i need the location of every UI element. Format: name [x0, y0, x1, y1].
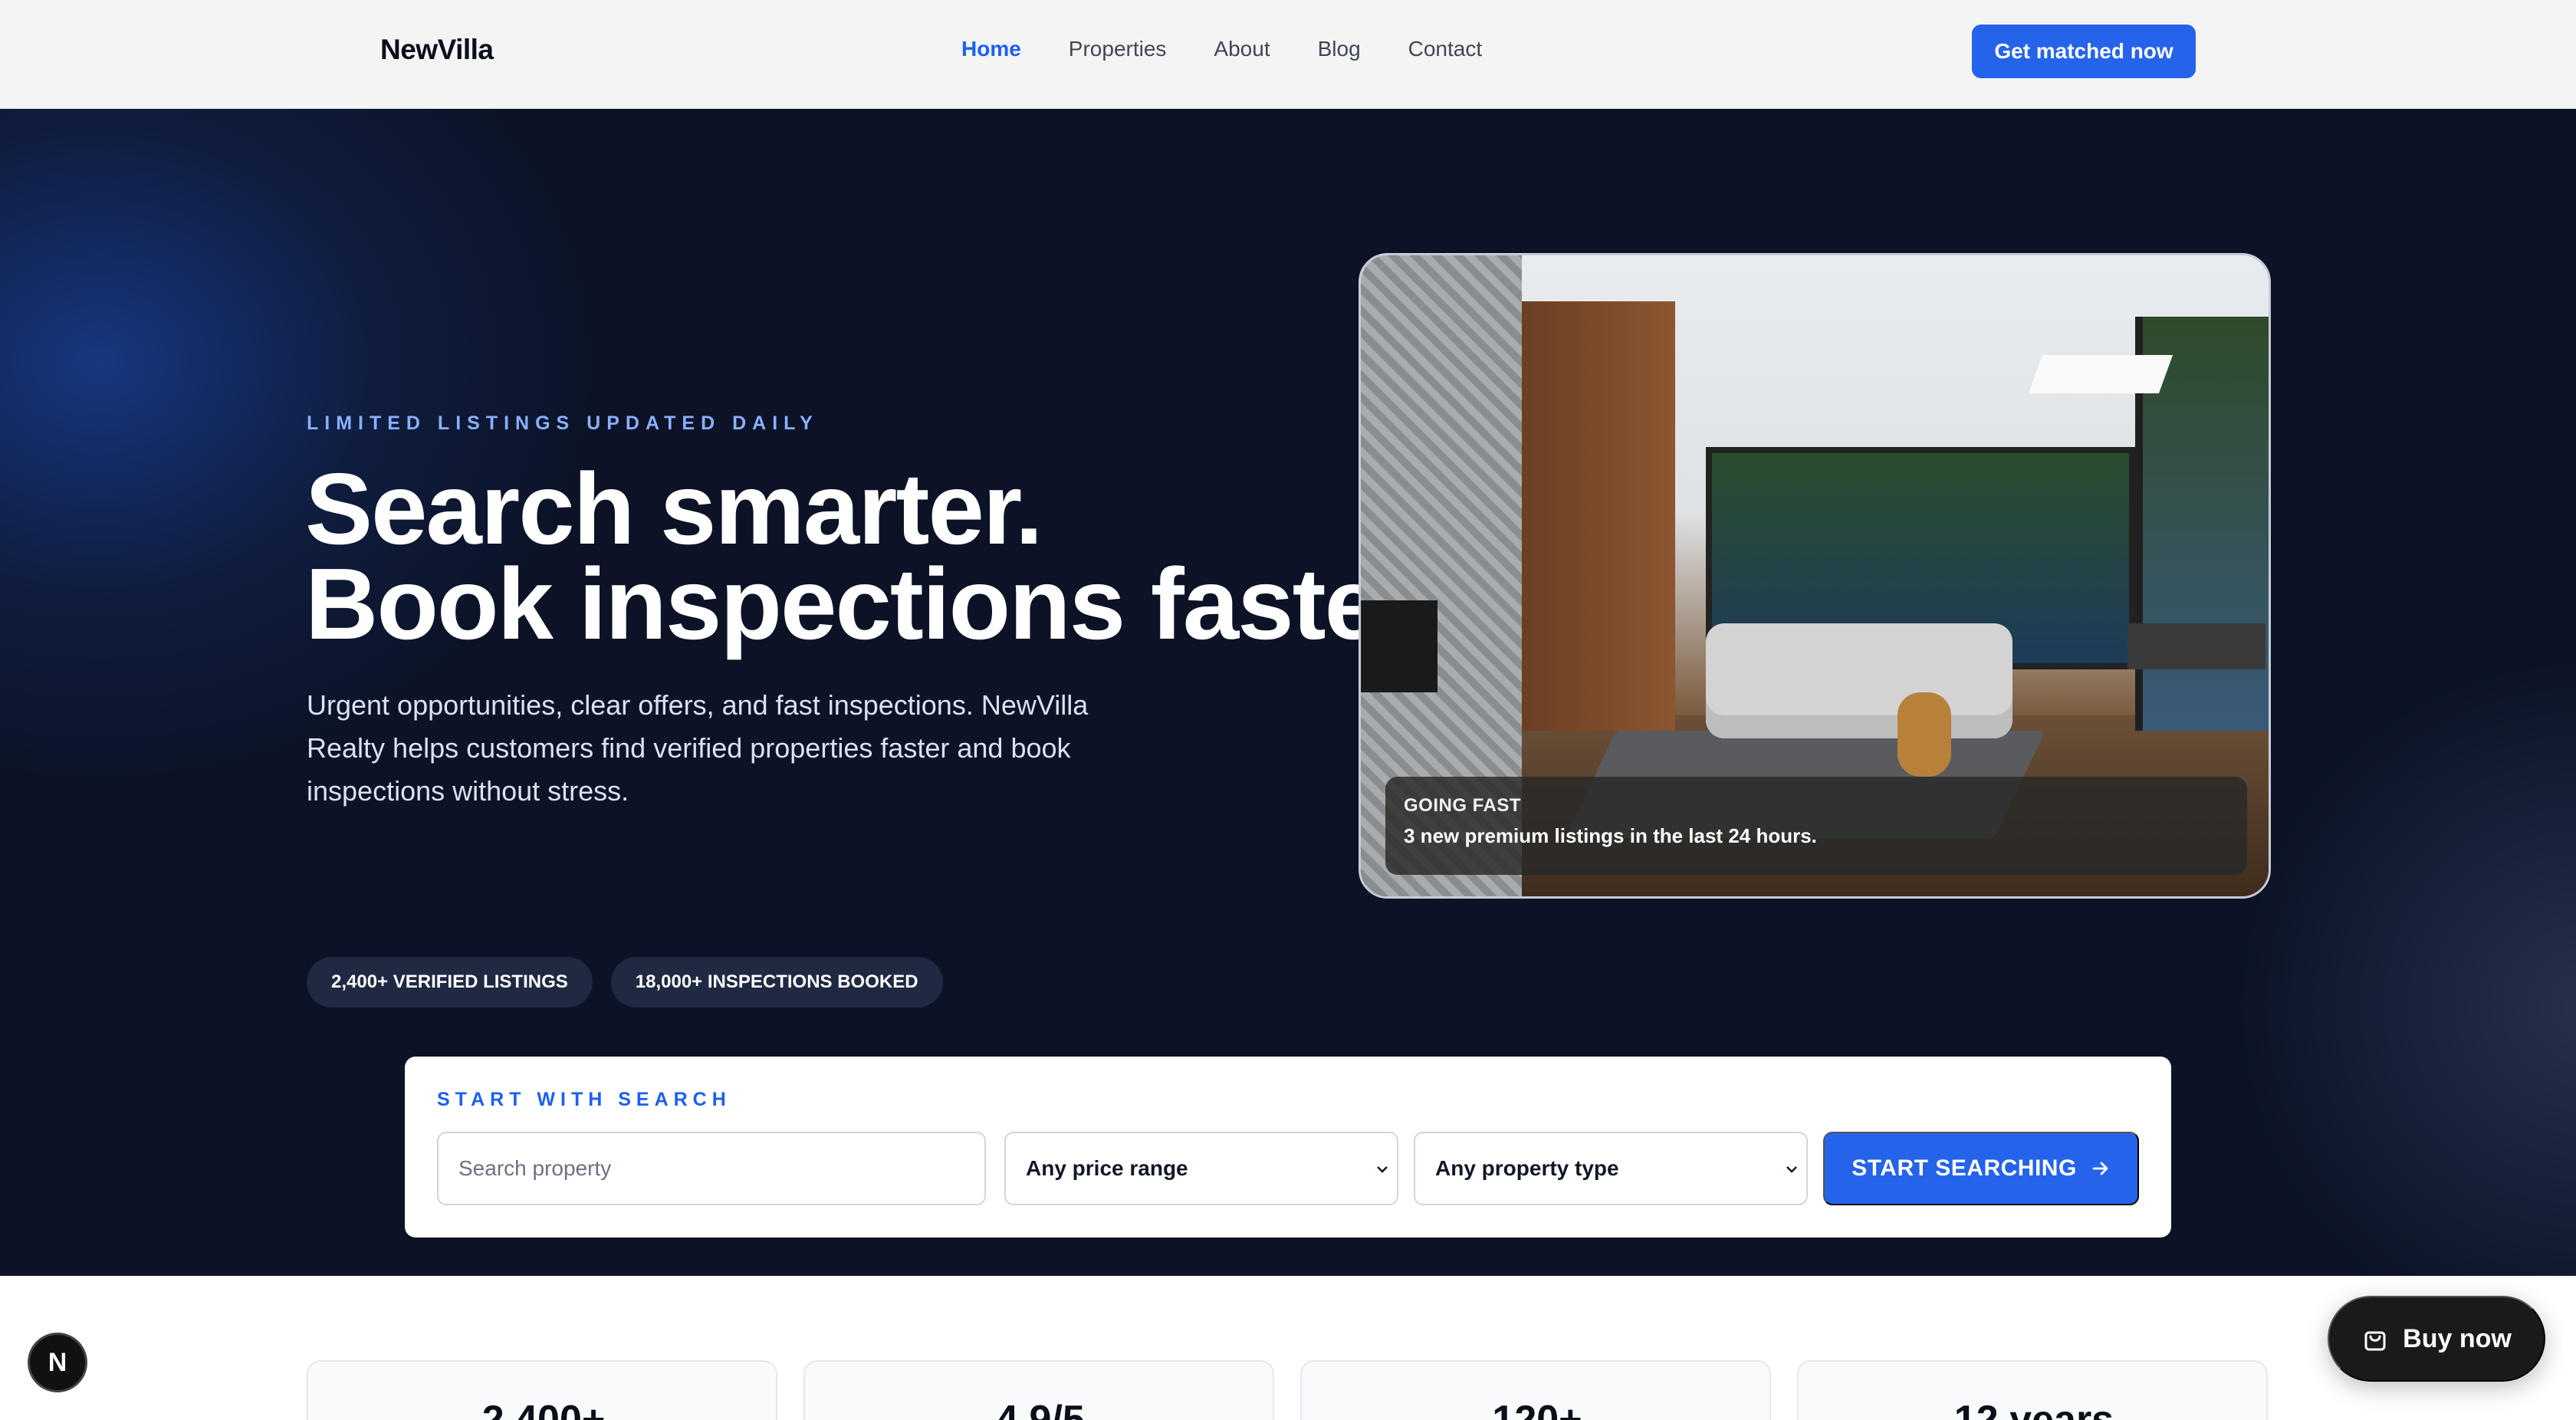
property-type-select[interactable]: Any property type	[1414, 1132, 1808, 1205]
stat-value: 2,400+	[481, 1398, 606, 1420]
logo[interactable]: NewVilla	[380, 34, 494, 66]
hero-property-image: GOING FAST 3 new premium listings in the…	[1359, 253, 2271, 899]
stat-card: 2,400+	[307, 1360, 777, 1420]
hero-stat-pills: 2,400+ VERIFIED LISTINGS 18,000+ INSPECT…	[307, 957, 943, 1007]
hero-section: LIMITED LISTINGS UPDATED DAILY Search sm…	[0, 109, 2576, 1276]
stat-value: 12 years	[1953, 1398, 2114, 1420]
nav-link-contact[interactable]: Contact	[1408, 37, 1483, 61]
hero-headline-line2: Book inspections faster.	[305, 547, 1440, 660]
start-searching-button[interactable]: START SEARCHING	[1823, 1132, 2139, 1205]
start-searching-label: START SEARCHING	[1852, 1155, 2077, 1181]
image-sofa	[1706, 623, 2013, 738]
stat-card: 12 years	[1797, 1360, 2268, 1420]
hero-headline-line1: Search smarter.	[305, 452, 1043, 565]
overlay-title: GOING FAST	[1404, 795, 1522, 816]
stats-row: 2,400+ 4.9/5 120+ 12 years	[307, 1360, 2269, 1420]
pill-verified-listings: 2,400+ VERIFIED LISTINGS	[307, 957, 593, 1007]
n-badge-button[interactable]: N	[28, 1333, 87, 1392]
top-nav: NewVilla Home Properties About Blog Cont…	[0, 0, 2576, 109]
chevron-down-icon	[1377, 1166, 1388, 1173]
stat-value: 120+	[1492, 1398, 1582, 1420]
price-range-select[interactable]: Any price range	[1004, 1132, 1398, 1205]
nav-link-home[interactable]: Home	[961, 37, 1021, 61]
buy-now-button[interactable]: Buy now	[2328, 1296, 2545, 1382]
search-input[interactable]: Search property	[437, 1132, 986, 1205]
stat-value: 4.9/5	[996, 1398, 1085, 1420]
image-wood-stool	[1898, 692, 1951, 777]
chevron-down-icon	[1786, 1166, 1797, 1173]
image-wood-panel	[1522, 301, 1675, 731]
hero-glow-left	[0, 109, 598, 784]
get-matched-button[interactable]: Get matched now	[1972, 25, 2196, 78]
shopping-bag-icon	[2364, 1331, 2386, 1351]
image-skylight	[2028, 355, 2174, 393]
search-eyebrow: START WITH SEARCH	[437, 1089, 731, 1110]
stat-card: 120+	[1300, 1360, 1771, 1420]
stat-card: 4.9/5	[803, 1360, 1274, 1420]
hero-eyebrow: LIMITED LISTINGS UPDATED DAILY	[307, 413, 819, 434]
property-type-value: Any property type	[1435, 1156, 1619, 1180]
image-dining-table	[2128, 623, 2266, 669]
image-overlay-card: GOING FAST 3 new premium listings in the…	[1385, 777, 2247, 875]
arrow-right-icon	[2092, 1162, 2108, 1175]
image-fireplace	[1361, 600, 1438, 692]
nav-links: Home Properties About Blog Contact	[961, 37, 1482, 61]
pill-inspections-booked: 18,000+ INSPECTIONS BOOKED	[610, 957, 943, 1007]
nav-link-about[interactable]: About	[1214, 37, 1270, 61]
nav-link-properties[interactable]: Properties	[1069, 37, 1167, 61]
buy-now-label: Buy now	[2403, 1323, 2512, 1353]
hero-glow-right	[2239, 661, 2576, 1276]
price-range-value: Any price range	[1026, 1156, 1188, 1180]
nav-link-blog[interactable]: Blog	[1318, 37, 1361, 61]
hero-headline: Search smarter. Book inspections faster.	[305, 452, 1440, 660]
hero-lead: Urgent opportunities, clear offers, and …	[307, 689, 1089, 807]
overlay-text: 3 new premium listings in the last 24 ho…	[1404, 824, 1817, 847]
search-card: START WITH SEARCH Search property Any pr…	[405, 1057, 2171, 1238]
